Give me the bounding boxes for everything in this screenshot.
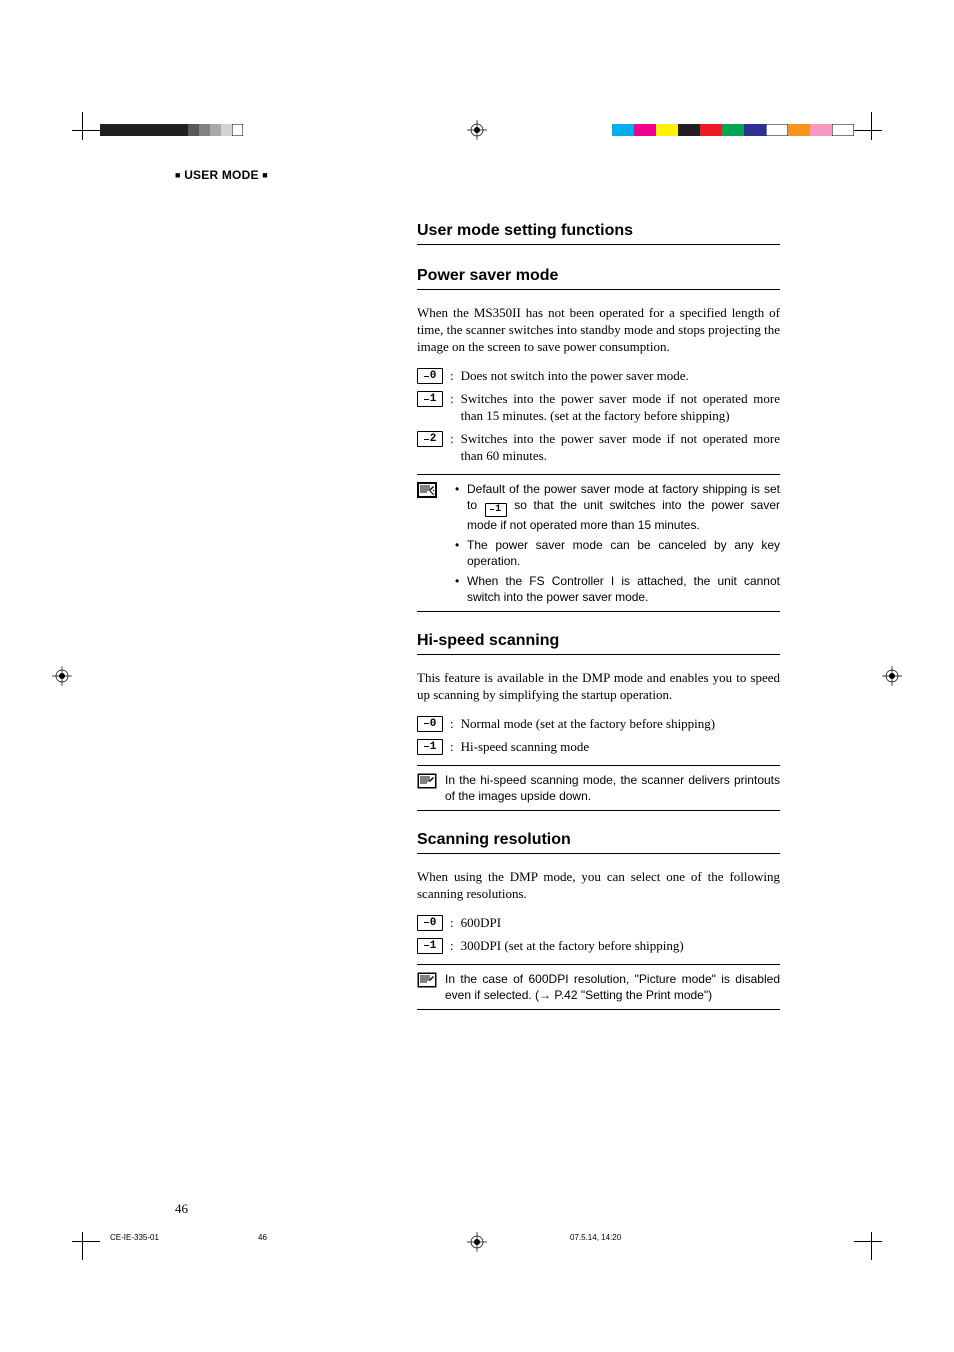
footer-doc-id: CE-IE-335-01 [110,1233,159,1242]
hispeed-intro: This feature is available in the DMP mod… [417,669,780,703]
power-option-2-text: Switches into the power saver mode if no… [461,430,780,464]
heading-resolution: Scanning resolution [417,831,780,849]
power-option-0: 0 : Does not switch into the power saver… [417,367,780,384]
note-icon [417,773,437,789]
power-option-2: 2 : Switches into the power saver mode i… [417,430,780,464]
resolution-option-1-text: 300DPI (set at the factory before shippi… [461,937,780,954]
power-option-0-text: Does not switch into the power saver mod… [461,367,780,384]
power-intro: When the MS350II has not been operated f… [417,304,780,355]
resolution-option-0-text: 600DPI [461,914,780,931]
page-title: User mode setting functions [417,222,780,245]
display-code-icon: 2 [417,431,443,447]
resolution-note: In the case of 600DPI resolution, "Pictu… [417,964,780,1010]
power-option-1: 1 : Switches into the power saver mode i… [417,390,780,424]
display-code-icon: 1 [417,739,443,755]
hispeed-option-1-text: Hi-speed scanning mode [461,738,780,755]
heading-power-saver: Power saver mode [417,267,780,285]
hispeed-note-text: In the hi-speed scanning mode, the scann… [445,772,780,804]
note-icon [417,482,437,498]
print-footer: CE-IE-335-01 46 07.5.14, 14:20 [110,1233,860,1242]
footer-timestamp: 07.5.14, 14:20 [570,1233,621,1242]
display-code-icon: 1 [417,391,443,407]
color-bar [612,124,854,136]
power-note-bullet-1: Default of the power saver mode at facto… [457,481,780,533]
registration-mark-left [52,666,72,686]
display-code-icon: 1 [417,938,443,954]
power-option-1-text: Switches into the power saver mode if no… [461,390,780,424]
content-column: User mode setting functions Power saver … [417,222,780,1030]
footer-page: 46 [258,1233,267,1242]
note-icon [417,972,437,988]
section-header: ■ USER MODE ■ [175,168,268,182]
display-code-icon: 0 [417,716,443,732]
crop-mark-top-right [854,112,882,140]
crop-mark-bottom-left [72,1232,100,1260]
hispeed-option-0: 0 : Normal mode (set at the factory befo… [417,715,780,732]
registration-mark-top [467,120,487,140]
display-code-icon: 0 [417,915,443,931]
power-note-bullet-2: The power saver mode can be canceled by … [457,537,780,569]
resolution-note-text: In the case of 600DPI resolution, "Pictu… [445,971,780,1003]
display-code-icon: 1 [485,503,507,517]
resolution-option-0: 0 : 600DPI [417,914,780,931]
hispeed-note: In the hi-speed scanning mode, the scann… [417,765,780,811]
registration-mark-right [882,666,902,686]
power-note-bullet-3: When the FS Controller I is attached, th… [457,573,780,605]
grayscale-bar [100,124,243,136]
resolution-intro: When using the DMP mode, you can select … [417,868,780,902]
display-code-icon: 0 [417,368,443,384]
resolution-option-1: 1 : 300DPI (set at the factory before sh… [417,937,780,954]
hispeed-option-1: 1 : Hi-speed scanning mode [417,738,780,755]
crop-mark-top-left [72,112,100,140]
hispeed-option-0-text: Normal mode (set at the factory before s… [461,715,780,732]
page-number: 46 [175,1201,188,1217]
power-note: Default of the power saver mode at facto… [417,474,780,612]
section-header-text: USER MODE [184,168,258,182]
heading-hispeed: Hi-speed scanning [417,632,780,650]
